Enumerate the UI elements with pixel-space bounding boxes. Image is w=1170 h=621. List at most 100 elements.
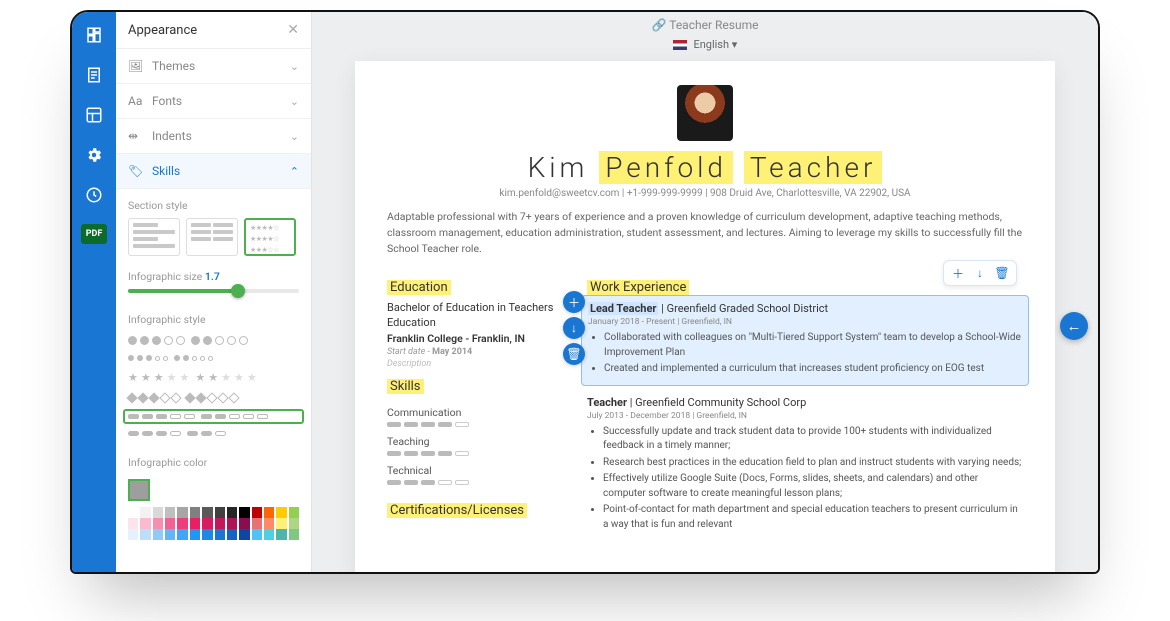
color-swatch[interactable] [190, 518, 200, 529]
job-title-line[interactable]: Teacher | Greenfield Community School Co… [587, 396, 1023, 409]
color-swatch[interactable] [276, 518, 286, 529]
color-swatch[interactable] [227, 518, 237, 529]
rail-history-icon[interactable] [83, 184, 105, 206]
info-style-stars[interactable]: ★★★★★ ★★★★★ [128, 371, 299, 384]
color-swatch[interactable] [190, 529, 200, 540]
color-swatch[interactable] [202, 518, 212, 529]
color-swatch[interactable] [239, 529, 249, 540]
color-swatch[interactable] [202, 529, 212, 540]
color-swatch[interactable] [215, 518, 225, 529]
accordion-fonts[interactable]: AaFonts ⌄ [116, 84, 311, 119]
color-swatches [116, 475, 311, 550]
section-style-option-3[interactable]: ★★★★☆ ★★★★☆ ★★★☆☆ [244, 218, 296, 256]
collapse-panel-fab[interactable]: ← [1060, 312, 1088, 340]
rail-content-icon[interactable] [83, 64, 105, 86]
name-heading[interactable]: Kim Penfold Teacher [387, 151, 1023, 184]
color-swatch[interactable] [140, 529, 150, 540]
color-swatch[interactable] [165, 529, 175, 540]
skill-item[interactable]: Teaching [387, 435, 567, 456]
selected-color-swatch[interactable] [128, 479, 150, 501]
job-entry[interactable]: Lead Teacher | Greenfield Graded School … [581, 295, 1029, 386]
job-title-line[interactable]: Lead Teacher | Greenfield Graded School … [588, 302, 1022, 315]
rail-sections-icon[interactable] [83, 104, 105, 126]
info-style-dashes[interactable] [123, 409, 304, 424]
color-swatch[interactable] [264, 529, 274, 540]
rail-settings-icon[interactable] [83, 144, 105, 166]
color-swatch[interactable] [264, 518, 274, 529]
color-swatch[interactable] [289, 507, 299, 518]
color-swatch[interactable] [177, 518, 187, 529]
skill-item[interactable]: Communication [387, 406, 567, 427]
job-bullet[interactable]: Successfully update and track student da… [603, 425, 1023, 454]
delete-block-button[interactable]: 🗑 [992, 264, 1012, 282]
summary-text[interactable]: Adaptable professional with 7+ years of … [387, 209, 1023, 256]
accordion-skills[interactable]: 🏷Skills ⌃ [116, 154, 311, 189]
section-style-option-1[interactable] [128, 218, 180, 256]
move-item-down-button[interactable]: ↓ [563, 317, 585, 339]
job-bullet[interactable]: Research best practices in the education… [603, 456, 1023, 471]
rail-pdf-export[interactable]: PDF [81, 224, 107, 244]
color-swatch[interactable] [239, 518, 249, 529]
color-swatch[interactable] [140, 507, 150, 518]
color-swatch[interactable] [177, 529, 187, 540]
section-education-title[interactable]: Education [387, 280, 451, 295]
contact-line[interactable]: kim.penfold@sweetcv.com | +1-999-999-999… [387, 188, 1023, 199]
move-down-button[interactable]: ↓ [970, 264, 990, 282]
job-bullet[interactable]: Point-of-contact for math department and… [603, 503, 1023, 532]
color-swatch[interactable] [215, 529, 225, 540]
color-swatch[interactable] [153, 507, 163, 518]
accordion-indents[interactable]: ⇹Indents ⌄ [116, 119, 311, 154]
color-swatch[interactable] [177, 507, 187, 518]
color-swatch[interactable] [289, 529, 299, 540]
color-swatch[interactable] [252, 529, 262, 540]
section-work-title[interactable]: Work Experience [587, 280, 689, 295]
accordion-themes[interactable]: 🖼Themes ⌄ [116, 49, 311, 84]
color-swatch[interactable] [227, 529, 237, 540]
document-title[interactable]: Teacher Resume [669, 18, 758, 32]
delete-item-button[interactable]: 🗑 [563, 343, 585, 365]
color-swatch[interactable] [190, 507, 200, 518]
color-swatch[interactable] [140, 518, 150, 529]
section-skills-title[interactable]: Skills [387, 379, 424, 394]
info-style-smalldots[interactable] [128, 355, 299, 361]
color-swatch[interactable] [202, 507, 212, 518]
color-swatch[interactable] [289, 518, 299, 529]
job-bullet[interactable]: Effectively utilize Google Suite (Docs, … [603, 472, 1023, 501]
info-style-dots[interactable] [128, 336, 299, 345]
color-swatch[interactable] [215, 507, 225, 518]
color-swatch[interactable] [153, 529, 163, 540]
color-swatch[interactable] [128, 507, 138, 518]
color-swatch[interactable] [165, 518, 175, 529]
info-style-diamonds[interactable] [128, 394, 299, 402]
add-item-button[interactable]: ＋ [563, 291, 585, 313]
job-entry[interactable]: Teacher | Greenfield Community School Co… [587, 396, 1023, 533]
color-swatch[interactable] [276, 507, 286, 518]
job-bullet[interactable]: Created and implemented a curriculum tha… [604, 362, 1022, 377]
color-swatch[interactable] [264, 507, 274, 518]
resume-page[interactable]: Kim Penfold Teacher kim.penfold@sweetcv.… [355, 61, 1055, 572]
skill-item[interactable]: Technical [387, 464, 567, 485]
color-swatch[interactable] [252, 507, 262, 518]
color-swatch[interactable] [239, 507, 249, 518]
color-swatch[interactable] [252, 518, 262, 529]
color-swatch[interactable] [153, 518, 163, 529]
info-style-pills[interactable] [128, 431, 299, 436]
job-bullet[interactable]: Collaborated with colleagues on "Multi-T… [604, 331, 1022, 360]
color-swatch[interactable] [227, 507, 237, 518]
education-date[interactable]: Start date - May 2014 [387, 347, 567, 357]
education-degree[interactable]: Bachelor of Education in Teachers Educat… [387, 301, 567, 330]
section-style-option-2[interactable] [186, 218, 238, 256]
add-block-button[interactable]: ＋ [948, 264, 968, 282]
profile-photo[interactable] [677, 85, 733, 141]
language-selector[interactable]: English ▾ [312, 38, 1098, 57]
info-size-slider[interactable] [128, 289, 299, 293]
rail-design-icon[interactable] [83, 24, 105, 46]
color-swatch[interactable] [128, 518, 138, 529]
panel-close-icon[interactable]: ✕ [287, 22, 299, 38]
color-swatch[interactable] [276, 529, 286, 540]
education-description-placeholder[interactable]: Description [387, 359, 567, 369]
color-swatch[interactable] [128, 529, 138, 540]
color-swatch[interactable] [165, 507, 175, 518]
section-certs-title[interactable]: Certifications/Licenses [387, 503, 527, 518]
education-school[interactable]: Franklin College - Franklin, IN [387, 332, 567, 345]
